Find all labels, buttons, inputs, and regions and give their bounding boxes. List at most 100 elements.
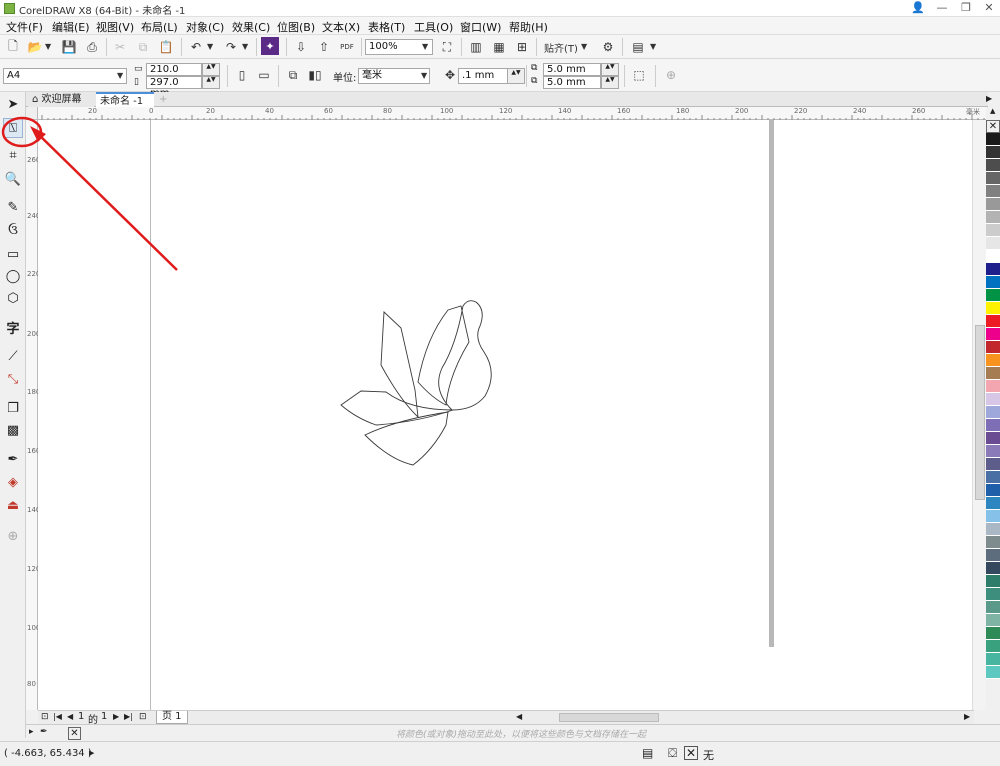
app-launcher-icon[interactable]: ▤ (628, 37, 648, 57)
color-swatch[interactable] (986, 640, 1000, 653)
options-gear-icon[interactable]: ⚙ (598, 37, 618, 57)
color-swatch[interactable] (986, 159, 1000, 172)
connector-tool-icon[interactable]: ⤡ (3, 369, 23, 389)
menu-tools[interactable]: 工具(O) (414, 19, 453, 35)
color-swatch[interactable] (986, 445, 1000, 458)
color-swatch[interactable] (986, 614, 1000, 627)
color-swatch[interactable] (986, 458, 1000, 471)
chevron-right-icon[interactable]: ▶ (986, 94, 992, 103)
eyedropper-icon[interactable]: ✒ (3, 449, 23, 469)
current-page-icon[interactable]: ▮▯ (305, 65, 325, 85)
export-icon[interactable]: ⇧ (314, 37, 334, 57)
landscape-icon[interactable]: ▭ (254, 65, 274, 85)
duplicate-y-spinner[interactable]: ▲▼ (601, 76, 619, 89)
minimize-button[interactable]: — (931, 1, 953, 15)
no-color-swatch[interactable]: ✕ (986, 120, 1000, 133)
menu-text[interactable]: 文本(X) (322, 19, 360, 35)
menu-table[interactable]: 表格(T) (368, 19, 405, 35)
nudge-spinner[interactable]: ▲▼ (507, 68, 525, 84)
chevron-down-icon[interactable]: ▼ (421, 71, 427, 80)
import-icon[interactable]: ⇩ (291, 37, 311, 57)
show-guidelines-icon[interactable]: ⊞ (512, 37, 532, 57)
portrait-icon[interactable]: ▯ (232, 65, 252, 85)
duplicate-y-field[interactable]: 5.0 mm (543, 76, 601, 89)
color-swatch[interactable] (986, 367, 1000, 380)
color-swatch[interactable] (986, 484, 1000, 497)
color-swatch[interactable] (986, 393, 1000, 406)
polygon-tool-icon[interactable]: ⬡ (3, 288, 23, 308)
transparency-icon[interactable]: ▩ (3, 420, 23, 440)
menu-bitmaps[interactable]: 位图(B) (277, 19, 315, 35)
close-button[interactable]: ✕ (978, 1, 1000, 15)
last-page-icon[interactable]: ▶| (124, 712, 133, 721)
chevron-right-icon[interactable]: ▶ (89, 749, 94, 757)
color-swatch[interactable] (986, 315, 1000, 328)
vertical-scroll-thumb[interactable] (975, 325, 985, 500)
page-border-icon[interactable]: ⬚ (629, 65, 649, 85)
search-content-icon[interactable]: ✦ (261, 37, 279, 55)
drop-shadow-icon[interactable]: ❐ (3, 398, 23, 418)
palette-menu-icon[interactable]: ▸ (29, 727, 34, 737)
color-swatch[interactable] (986, 432, 1000, 445)
color-swatch[interactable] (986, 211, 1000, 224)
color-swatch[interactable] (986, 237, 1000, 250)
color-swatch[interactable] (986, 523, 1000, 536)
color-swatch[interactable] (986, 146, 1000, 159)
color-swatch[interactable] (986, 172, 1000, 185)
show-rulers-icon[interactable]: ▥ (466, 37, 486, 57)
menu-help[interactable]: 帮助(H) (509, 19, 548, 35)
chevron-down-icon[interactable]: ▼ (581, 42, 587, 51)
color-swatch[interactable] (986, 510, 1000, 523)
chevron-down-icon[interactable]: ▼ (650, 42, 656, 51)
color-swatch[interactable] (986, 380, 1000, 393)
add-tool-icon[interactable]: ⊕ (3, 526, 23, 546)
chevron-down-icon[interactable]: ▼ (242, 42, 248, 51)
restore-button[interactable]: ❐ (955, 1, 977, 15)
duplicate-x-spinner[interactable]: ▲▼ (601, 63, 619, 76)
color-swatch[interactable] (986, 289, 1000, 302)
color-swatch[interactable] (986, 341, 1000, 354)
color-swatch[interactable] (986, 653, 1000, 666)
vertical-scrollbar[interactable] (972, 120, 986, 710)
add-page-after-icon[interactable]: ⊡ (139, 712, 147, 722)
parallel-dimension-icon[interactable]: ⟋ (3, 346, 23, 366)
page-tab[interactable]: 页 1 (156, 711, 188, 724)
color-swatch[interactable] (986, 562, 1000, 575)
pdf-icon[interactable]: PDF (337, 37, 357, 57)
color-swatch[interactable] (986, 224, 1000, 237)
no-fill-swatch[interactable]: ✕ (684, 746, 698, 760)
prev-page-icon[interactable]: ◀ (67, 712, 73, 721)
menu-effects[interactable]: 效果(C) (232, 19, 270, 35)
color-swatch[interactable] (986, 601, 1000, 614)
interactive-fill-icon[interactable]: ◈ (3, 472, 23, 492)
all-pages-icon[interactable]: ⧉ (283, 65, 303, 85)
color-swatch[interactable] (986, 185, 1000, 198)
units-select[interactable]: 毫米 (358, 68, 430, 84)
first-page-icon[interactable]: |◀ (53, 712, 62, 721)
color-swatch[interactable] (986, 263, 1000, 276)
color-swatch[interactable] (986, 302, 1000, 315)
snap-to-button[interactable]: 贴齐(T) (542, 37, 580, 57)
color-swatch[interactable] (986, 354, 1000, 367)
add-page-icon[interactable]: ⊡ (41, 712, 49, 722)
next-page-icon[interactable]: ▶ (113, 712, 119, 721)
color-swatch[interactable] (986, 471, 1000, 484)
color-swatch[interactable] (986, 419, 1000, 432)
account-icon[interactable]: 👤 (907, 1, 929, 15)
color-swatch[interactable] (986, 497, 1000, 510)
color-swatch[interactable] (986, 536, 1000, 549)
color-swatch[interactable] (986, 588, 1000, 601)
full-screen-icon[interactable]: ⛶ (437, 37, 457, 57)
eyedropper-small-icon[interactable]: ✒ (40, 727, 48, 737)
color-swatch[interactable] (986, 328, 1000, 341)
color-swatch[interactable] (986, 666, 1000, 679)
chevron-up-icon[interactable]: ▲ (990, 107, 995, 115)
scroll-right-icon[interactable]: ▶ (964, 712, 970, 721)
duplicate-x-field[interactable]: 5.0 mm (543, 63, 601, 76)
color-swatch[interactable] (986, 198, 1000, 211)
drawing-canvas[interactable] (1, 116, 972, 710)
color-swatch[interactable] (986, 250, 1000, 263)
text-tool-icon[interactable]: 字 (3, 317, 23, 337)
no-color-swatch[interactable]: ✕ (68, 727, 81, 740)
color-swatch[interactable] (986, 133, 1000, 146)
